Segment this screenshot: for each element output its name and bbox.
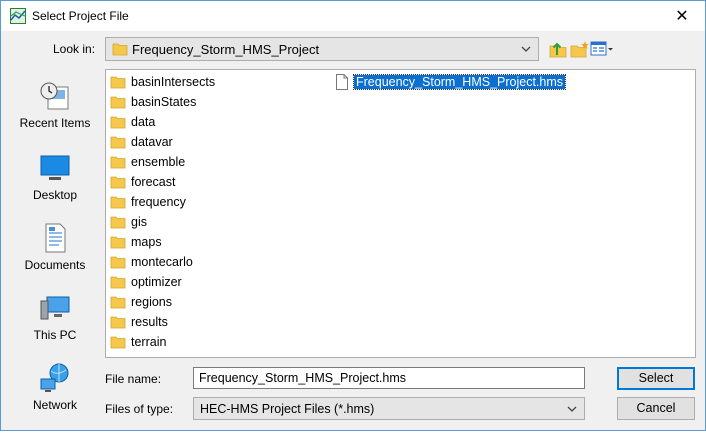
- folder-item[interactable]: basinIntersects: [110, 73, 215, 91]
- folder-item[interactable]: optimizer: [110, 273, 182, 291]
- folder-name: frequency: [131, 195, 186, 209]
- folder-item[interactable]: forecast: [110, 173, 175, 191]
- cancel-button[interactable]: Cancel: [617, 397, 695, 420]
- folder-icon: [110, 316, 126, 329]
- folder-icon: [110, 276, 126, 289]
- folder-item[interactable]: ensemble: [110, 153, 185, 171]
- folder-icon: [110, 156, 126, 169]
- window-title: Select Project File: [32, 9, 129, 23]
- place-network[interactable]: Network: [9, 363, 101, 433]
- files-of-type-dropdown[interactable]: HEC-HMS Project Files (*.hms): [193, 397, 585, 420]
- file-icon: [336, 74, 348, 90]
- folder-name: regions: [131, 295, 172, 309]
- select-project-file-dialog: Select Project File ✕ Look in: Frequency…: [0, 0, 706, 431]
- folder-icon: [110, 96, 126, 109]
- folder-icon: [110, 236, 126, 249]
- select-button[interactable]: Select: [617, 367, 695, 390]
- folder-name: data: [131, 115, 156, 129]
- folder-icon: [110, 76, 126, 89]
- folder-icon: [112, 43, 128, 56]
- file-name-label: File name:: [105, 372, 162, 386]
- place-label: Documents: [24, 258, 86, 272]
- place-documents[interactable]: Documents: [9, 223, 101, 293]
- folder-name: datavar: [131, 135, 173, 149]
- place-label: Desktop: [32, 188, 78, 202]
- look-in-dropdown[interactable]: Frequency_Storm_HMS_Project: [105, 37, 539, 61]
- look-in-label: Look in:: [53, 42, 96, 56]
- folder-name: basinIntersects: [131, 75, 216, 89]
- folder-icon: [110, 136, 126, 149]
- folder-item[interactable]: maps: [110, 233, 162, 251]
- close-icon: ✕: [675, 8, 689, 25]
- desktop-icon: [40, 155, 70, 180]
- recent-items-icon: [40, 82, 69, 110]
- new-folder-icon[interactable]: [570, 40, 590, 58]
- place-recent-items[interactable]: Recent Items: [9, 81, 101, 151]
- view-menu-icon[interactable]: [590, 40, 614, 58]
- folder-icon: [110, 256, 126, 269]
- place-label: This PC: [33, 328, 77, 342]
- place-this-pc[interactable]: This PC: [9, 293, 101, 363]
- folder-name: results: [131, 315, 168, 329]
- folder-name: gis: [131, 215, 147, 229]
- folder-name: ensemble: [131, 155, 186, 169]
- look-in-value: Frequency_Storm_HMS_Project: [132, 42, 320, 57]
- folder-item[interactable]: datavar: [110, 133, 173, 151]
- folder-item[interactable]: regions: [110, 293, 172, 311]
- folder-icon: [110, 336, 126, 349]
- folder-icon: [110, 196, 126, 209]
- network-icon: [40, 363, 69, 392]
- place-desktop[interactable]: Desktop: [9, 153, 101, 223]
- folder-item[interactable]: gis: [110, 213, 147, 231]
- folder-icon: [110, 116, 126, 129]
- folder-name: forecast: [131, 175, 176, 189]
- place-label: Recent Items: [19, 116, 91, 130]
- folder-item[interactable]: results: [110, 313, 168, 331]
- folder-item[interactable]: frequency: [110, 193, 186, 211]
- documents-icon: [45, 223, 66, 253]
- this-pc-icon: [40, 296, 70, 320]
- folder-icon: [110, 176, 126, 189]
- up-folder-icon[interactable]: [548, 40, 568, 58]
- folder-item[interactable]: data: [110, 113, 155, 131]
- file-name-input[interactable]: [193, 367, 585, 389]
- folder-icon: [110, 296, 126, 309]
- folder-icon: [110, 216, 126, 229]
- files-of-type-value: HEC-HMS Project Files (*.hms): [200, 402, 375, 416]
- folder-item[interactable]: basinStates: [110, 93, 196, 111]
- chevron-down-icon: [521, 46, 531, 52]
- folder-name: optimizer: [131, 275, 182, 289]
- file-list[interactable]: basinIntersects basinStates data datavar…: [105, 69, 696, 358]
- folder-item[interactable]: terrain: [110, 333, 166, 351]
- folder-name: basinStates: [131, 95, 197, 109]
- app-icon: [10, 8, 26, 24]
- place-label: Network: [32, 398, 77, 412]
- folder-name: terrain: [131, 335, 167, 349]
- folder-name: montecarlo: [131, 255, 193, 269]
- folder-item[interactable]: montecarlo: [110, 253, 193, 271]
- title-bar: Select Project File ✕: [1, 1, 705, 31]
- folder-name: maps: [131, 235, 162, 249]
- file-name: Frequency_Storm_HMS_Project.hms: [352, 74, 567, 90]
- places-bar: Recent Items Desktop Documents This PC N…: [9, 69, 101, 419]
- chevron-down-icon: [567, 406, 577, 412]
- close-button[interactable]: ✕: [659, 1, 705, 31]
- file-item[interactable]: Frequency_Storm_HMS_Project.hms: [335, 73, 567, 91]
- files-of-type-label: Files of type:: [105, 402, 174, 416]
